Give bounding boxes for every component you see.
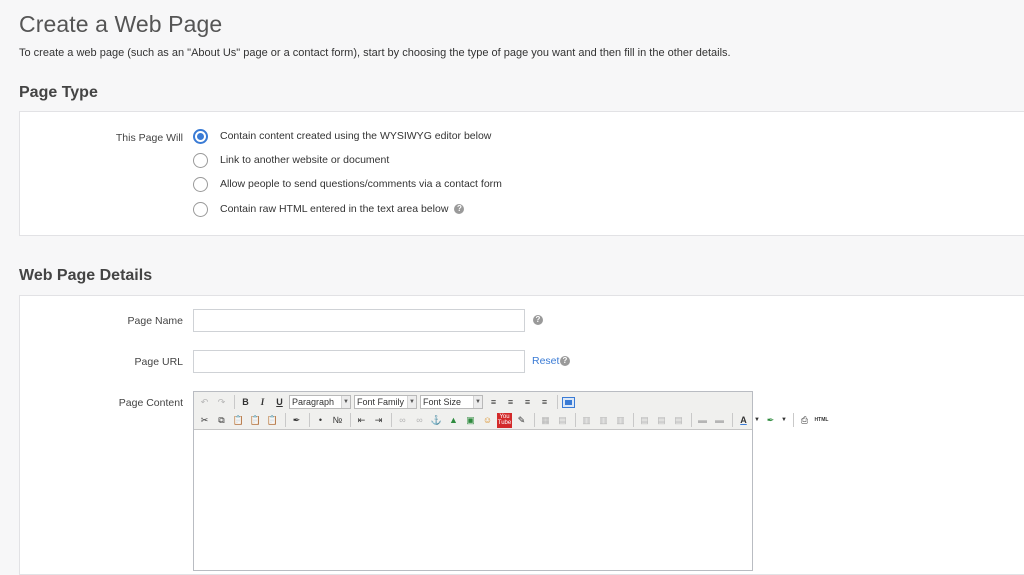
option-wysiwyg[interactable]: Contain content created using the WYSIWY… bbox=[193, 127, 491, 145]
table-row-icon[interactable]: ▤ bbox=[555, 413, 570, 428]
redo-icon[interactable]: ↷ bbox=[214, 395, 229, 410]
format-select-value: Paragraph bbox=[292, 397, 335, 407]
editor-toolbar-row-2: ✂ ⧉ 📋 📋 📋 ✒ • № ⇤ ⇥ ∞ ∞ ⚓ ▲ ▣ ☺ You Tube… bbox=[197, 411, 828, 429]
font-size-select[interactable]: Font Size ▼ bbox=[420, 395, 483, 409]
bullet-list-icon[interactable]: • bbox=[313, 413, 328, 428]
print-icon[interactable]: ⎙ bbox=[797, 413, 812, 428]
radio-link[interactable] bbox=[193, 152, 208, 168]
toolbar-separator bbox=[391, 413, 392, 427]
align-justify-icon[interactable]: ≡ bbox=[537, 395, 552, 410]
toolbar-separator bbox=[793, 413, 794, 427]
font-family-select-value: Font Family bbox=[357, 397, 405, 407]
fullscreen-icon[interactable] bbox=[561, 395, 576, 410]
wysiwyg-editor: ↶ ↷ B I U Paragraph ▼ Font Family ▼ Font S… bbox=[193, 391, 828, 571]
option-contact-form-label: Allow people to send questions/comments … bbox=[220, 178, 502, 190]
text-color-icon[interactable]: A bbox=[736, 413, 751, 428]
table-delete-icon[interactable]: ▤ bbox=[671, 413, 686, 428]
align-left-icon[interactable]: ≡ bbox=[486, 395, 501, 410]
format-select[interactable]: Paragraph ▼ bbox=[289, 395, 351, 409]
html-source-icon[interactable]: HTML bbox=[814, 413, 829, 428]
help-icon[interactable]: ? bbox=[560, 356, 570, 366]
edit-icon[interactable]: ✎ bbox=[514, 413, 529, 428]
reset-link[interactable]: Reset bbox=[532, 355, 559, 367]
link-icon[interactable]: ∞ bbox=[395, 413, 410, 428]
table-icon[interactable]: ▦ bbox=[538, 413, 553, 428]
option-contact-form[interactable]: Allow people to send questions/comments … bbox=[193, 175, 502, 193]
option-raw-html-label: Contain raw HTML entered in the text are… bbox=[220, 203, 449, 215]
web-page-details-heading: Web Page Details bbox=[19, 267, 153, 284]
editor-toolbar-row-1: ↶ ↷ B I U Paragraph ▼ Font Family ▼ Font S… bbox=[197, 393, 749, 411]
image-icon[interactable]: ▲ bbox=[446, 413, 461, 428]
page-type-panel bbox=[19, 111, 1024, 236]
undo-icon[interactable]: ↶ bbox=[197, 395, 212, 410]
toolbar-separator bbox=[557, 395, 558, 409]
help-icon[interactable]: ? bbox=[533, 315, 543, 325]
option-link-label: Link to another website or document bbox=[220, 154, 390, 166]
page-url-label: Page URL bbox=[134, 356, 183, 368]
outdent-icon[interactable]: ⇤ bbox=[354, 413, 369, 428]
chevron-down-icon: ▼ bbox=[407, 396, 416, 408]
page-intro: To create a web page (such as an "About … bbox=[19, 47, 731, 59]
clean-format-icon[interactable]: ✒ bbox=[289, 413, 304, 428]
toolbar-separator bbox=[309, 413, 310, 427]
table-cell-icon[interactable]: ▥ bbox=[596, 413, 611, 428]
page-name-input[interactable] bbox=[193, 309, 525, 332]
indent-icon[interactable]: ⇥ bbox=[371, 413, 386, 428]
page-content-label: Page Content bbox=[118, 397, 183, 409]
chevron-down-icon: ▼ bbox=[473, 396, 482, 408]
paste-icon[interactable]: 📋 bbox=[231, 413, 246, 428]
option-link[interactable]: Link to another website or document bbox=[193, 151, 389, 169]
paste-text-icon[interactable]: 📋 bbox=[248, 413, 263, 428]
charmap-icon[interactable]: ▬ bbox=[712, 413, 727, 428]
toolbar-separator bbox=[534, 413, 535, 427]
page-type-heading: Page Type bbox=[19, 84, 98, 101]
toolbar-separator bbox=[285, 413, 286, 427]
italic-button[interactable]: I bbox=[255, 395, 270, 410]
toolbar-separator bbox=[691, 413, 692, 427]
chevron-down-icon[interactable]: ▼ bbox=[780, 413, 788, 428]
radio-contact-form[interactable] bbox=[193, 176, 208, 192]
radio-raw-html[interactable] bbox=[193, 201, 208, 217]
editor-toolbar: ↶ ↷ B I U Paragraph ▼ Font Family ▼ Font S… bbox=[194, 392, 828, 430]
page-url-input[interactable] bbox=[193, 350, 525, 373]
table-row-after-icon[interactable]: ▤ bbox=[654, 413, 669, 428]
page-type-label: This Page Will bbox=[115, 132, 183, 144]
page-title: Create a Web Page bbox=[19, 11, 223, 37]
highlight-icon[interactable]: ✒ bbox=[763, 413, 778, 428]
toolbar-separator bbox=[732, 413, 733, 427]
merge-cells-icon[interactable]: ▥ bbox=[613, 413, 628, 428]
anchor-icon[interactable]: ⚓ bbox=[429, 413, 444, 428]
copy-icon[interactable]: ⧉ bbox=[214, 413, 229, 428]
toolbar-separator bbox=[234, 395, 235, 409]
toolbar-separator bbox=[575, 413, 576, 427]
table-row-before-icon[interactable]: ▤ bbox=[637, 413, 652, 428]
chevron-down-icon[interactable]: ▼ bbox=[753, 413, 761, 428]
font-size-select-value: Font Size bbox=[423, 397, 462, 407]
unlink-icon[interactable]: ∞ bbox=[412, 413, 427, 428]
bold-button[interactable]: B bbox=[238, 395, 253, 410]
youtube-icon[interactable]: You Tube bbox=[497, 412, 512, 428]
font-family-select[interactable]: Font Family ▼ bbox=[354, 395, 417, 409]
radio-wysiwyg[interactable] bbox=[193, 128, 208, 144]
media-icon[interactable]: ▣ bbox=[463, 413, 478, 428]
align-right-icon[interactable]: ≡ bbox=[520, 395, 535, 410]
cut-icon[interactable]: ✂ bbox=[197, 413, 212, 428]
editor-content-area[interactable] bbox=[194, 430, 752, 571]
page-name-label: Page Name bbox=[127, 315, 183, 327]
paste-word-icon[interactable]: 📋 bbox=[265, 413, 280, 428]
numbered-list-icon[interactable]: № bbox=[330, 413, 345, 428]
table-props-icon[interactable]: ▥ bbox=[579, 413, 594, 428]
align-center-icon[interactable]: ≡ bbox=[503, 395, 518, 410]
option-raw-html[interactable]: Contain raw HTML entered in the text are… bbox=[193, 200, 465, 218]
toolbar-separator bbox=[350, 413, 351, 427]
chevron-down-icon: ▼ bbox=[341, 396, 350, 408]
hr-icon[interactable]: ▬ bbox=[695, 413, 710, 428]
emoticon-icon[interactable]: ☺ bbox=[480, 413, 495, 428]
option-wysiwyg-label: Contain content created using the WYSIWY… bbox=[220, 130, 492, 142]
toolbar-separator bbox=[633, 413, 634, 427]
help-icon[interactable]: ? bbox=[454, 204, 465, 214]
underline-button[interactable]: U bbox=[272, 395, 287, 410]
